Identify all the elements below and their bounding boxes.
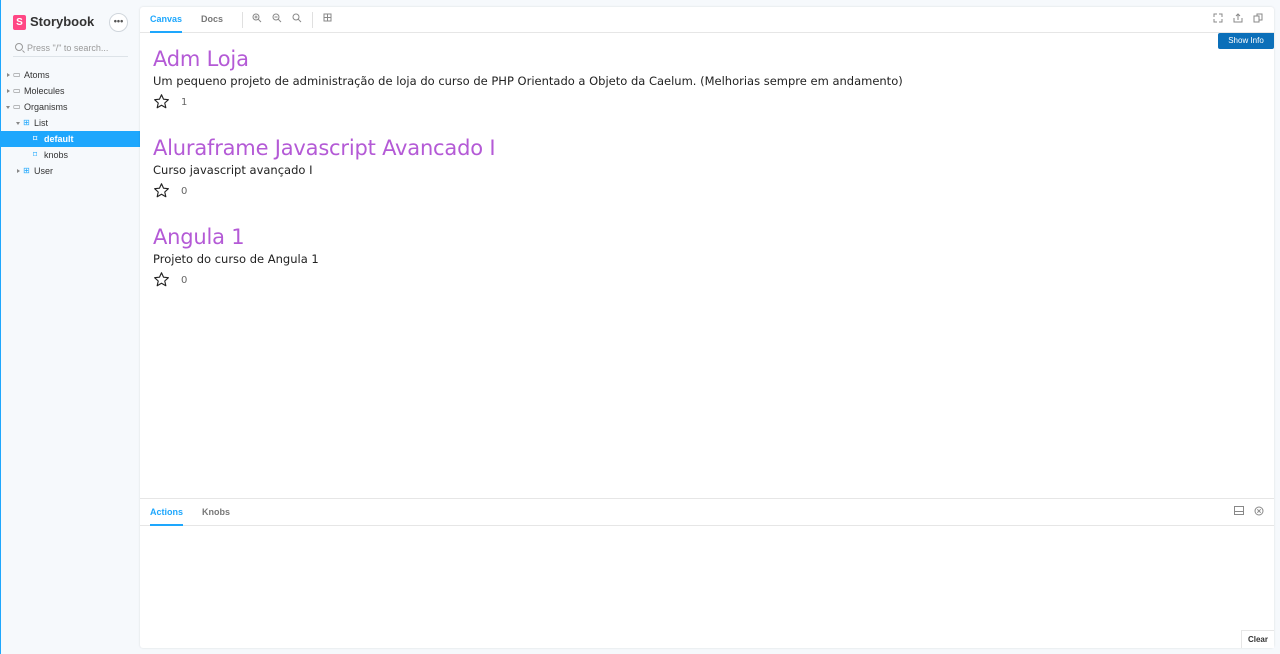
star-count: 0: [181, 186, 188, 197]
star-count: 1: [181, 97, 188, 108]
menu-button[interactable]: •••: [109, 13, 128, 32]
project-description: Curso javascript avançado I: [153, 163, 313, 177]
zoom-in-icon[interactable]: [250, 13, 264, 27]
tree-item-label: knobs: [44, 150, 69, 160]
grid-icon[interactable]: [320, 13, 334, 27]
star-icon[interactable]: [153, 271, 170, 288]
tab-canvas[interactable]: Canvas: [150, 7, 183, 33]
search-icon: [15, 43, 23, 51]
search-input[interactable]: [27, 41, 127, 55]
folder-icon: ▭: [13, 70, 21, 79]
tree-item-user[interactable]: ⊞ User: [1, 163, 141, 179]
bookmark-icon: ⌑: [33, 150, 38, 159]
project-card: Adm Loja Um pequeno projeto de administr…: [153, 47, 903, 113]
toolbar-divider: [312, 12, 313, 28]
toolbar: Canvas Docs: [140, 7, 1274, 33]
tree-item-list[interactable]: ⊞ List: [1, 115, 141, 131]
folder-icon: ▭: [13, 86, 21, 95]
project-title[interactable]: Adm Loja: [153, 47, 903, 71]
project-card: Aluraframe Javascript Avancado I Curso j…: [153, 136, 496, 202]
project-card: Angula 1 Projeto do curso de Angula 1 0: [153, 225, 319, 291]
tree-item-label: Molecules: [24, 86, 65, 96]
zoom-out-icon[interactable]: [270, 13, 284, 27]
project-stars: 0: [153, 271, 319, 291]
tab-knobs[interactable]: Knobs: [202, 499, 230, 526]
tree-item-knobs[interactable]: ⌑ knobs: [1, 147, 141, 163]
sidebar: S Storybook ••• ▭ Atoms ▭ Molecules ▭ Or…: [0, 0, 141, 654]
copy-icon[interactable]: [1251, 13, 1265, 27]
project-title[interactable]: Aluraframe Javascript Avancado I: [153, 136, 496, 160]
tree-item-organisms[interactable]: ▭ Organisms: [1, 99, 141, 115]
search-box: [13, 41, 128, 57]
project-description: Projeto do curso de Angula 1: [153, 252, 319, 266]
panel-position-icon[interactable]: [1232, 506, 1246, 520]
brand: S Storybook •••: [13, 13, 133, 33]
tree-item-label: Atoms: [24, 70, 50, 80]
folder-icon: ▭: [13, 102, 21, 111]
component-icon: ⊞: [23, 166, 30, 175]
project-title[interactable]: Angula 1: [153, 225, 319, 249]
tab-docs[interactable]: Docs: [201, 7, 223, 33]
star-count: 0: [181, 275, 188, 286]
chevron-right-icon: [7, 89, 10, 93]
tree-item-label: List: [34, 118, 49, 128]
tree-item-default[interactable]: ⌑ default: [1, 131, 141, 147]
story-tree: ▭ Atoms ▭ Molecules ▭ Organisms ⊞ List ⌑…: [1, 67, 141, 179]
brand-name[interactable]: Storybook: [30, 14, 94, 29]
clear-button[interactable]: Clear: [1241, 630, 1274, 648]
tab-actions[interactable]: Actions: [150, 499, 184, 526]
component-icon: ⊞: [23, 118, 30, 127]
tree-item-label: default: [44, 134, 74, 144]
chevron-right-icon: [17, 169, 20, 173]
tree-item-label: User: [34, 166, 54, 176]
chevron-right-icon: [7, 73, 10, 77]
toolbar-divider: [242, 12, 243, 28]
star-icon[interactable]: [153, 93, 170, 110]
addons-tabbar: Actions Knobs: [140, 499, 1274, 526]
storybook-logo[interactable]: S: [13, 15, 26, 30]
project-stars: 1: [153, 93, 903, 113]
story-canvas: Adm Loja Um pequeno projeto de administr…: [140, 34, 1274, 498]
chevron-down-icon: [6, 106, 10, 109]
tree-item-label: Organisms: [24, 102, 68, 112]
tree-item-molecules[interactable]: ▭ Molecules: [1, 83, 141, 99]
preview-panel: Canvas Docs Show Info Adm Loja Um pequen…: [140, 7, 1274, 648]
close-icon[interactable]: [1252, 506, 1266, 520]
chevron-down-icon: [16, 122, 20, 125]
project-stars: 0: [153, 182, 495, 202]
tree-item-atoms[interactable]: ▭ Atoms: [1, 67, 141, 83]
project-description: Um pequeno projeto de administração de l…: [153, 74, 903, 88]
bookmark-icon: ⌑: [33, 134, 38, 143]
star-icon[interactable]: [153, 182, 170, 199]
fullscreen-icon[interactable]: [1211, 13, 1225, 27]
addons-panel: Actions Knobs Clear: [140, 498, 1274, 648]
zoom-reset-icon[interactable]: [290, 13, 304, 27]
share-icon[interactable]: [1231, 13, 1245, 27]
